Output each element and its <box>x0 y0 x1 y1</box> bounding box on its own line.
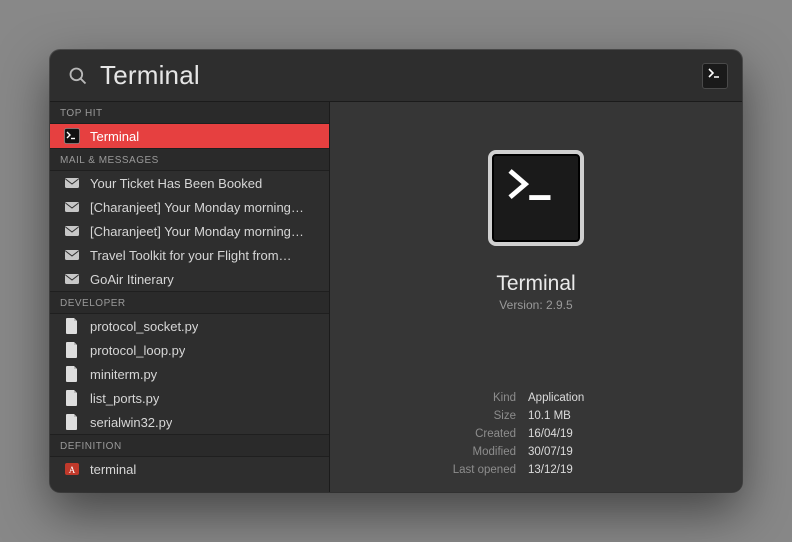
search-bar <box>50 50 742 102</box>
meta-row: Size10.1 MB <box>348 408 724 424</box>
result-label: protocol_socket.py <box>90 319 198 334</box>
document-icon <box>64 342 80 358</box>
list-item[interactable]: [Charanjeet] Your Monday morning… <box>50 219 329 243</box>
preview-metadata: KindApplicationSize10.1 MBCreated16/04/1… <box>348 390 724 478</box>
result-label: serialwin32.py <box>90 415 172 430</box>
preview-pane: Terminal Version: 2.9.5 KindApplicationS… <box>330 102 742 492</box>
document-icon <box>64 318 80 334</box>
document-icon <box>64 390 80 406</box>
preview-app-icon <box>488 150 584 246</box>
meta-value: 30/07/19 <box>528 444 573 460</box>
meta-value: 16/04/19 <box>528 426 573 442</box>
result-label: protocol_loop.py <box>90 343 185 358</box>
results-body: TOP HIT Terminal MAIL & MESSAGES Your Ti… <box>50 102 742 492</box>
terminal-icon <box>64 128 80 144</box>
preview-subtitle: Version: 2.9.5 <box>499 298 572 312</box>
document-icon <box>64 414 80 430</box>
result-label: miniterm.py <box>90 367 157 382</box>
result-label: Terminal <box>90 129 139 144</box>
list-item[interactable]: Your Ticket Has Been Booked <box>50 171 329 195</box>
result-terminal[interactable]: Terminal <box>50 124 329 148</box>
meta-key: Created <box>348 426 528 442</box>
category-definition: DEFINITION <box>50 434 329 457</box>
dictionary-icon: A <box>64 461 80 477</box>
search-input[interactable] <box>100 60 702 91</box>
category-developer: DEVELOPER <box>50 291 329 314</box>
meta-row: KindApplication <box>348 390 724 406</box>
svg-text:A: A <box>69 465 76 475</box>
result-label: list_ports.py <box>90 391 159 406</box>
mail-icon <box>64 271 80 287</box>
mail-icon <box>64 247 80 263</box>
meta-value: 13/12/19 <box>528 462 573 478</box>
meta-key: Size <box>348 408 528 424</box>
meta-key: Last opened <box>348 462 528 478</box>
search-icon <box>68 66 88 86</box>
result-label: Travel Toolkit for your Flight from… <box>90 248 292 263</box>
list-item[interactable]: GoAir Itinerary <box>50 267 329 291</box>
meta-value: Application <box>528 390 584 406</box>
spotlight-window: TOP HIT Terminal MAIL & MESSAGES Your Ti… <box>50 50 742 492</box>
document-icon <box>64 366 80 382</box>
mail-icon <box>64 199 80 215</box>
result-label: terminal <box>90 462 136 477</box>
result-label: [Charanjeet] Your Monday morning… <box>90 200 304 215</box>
preview-title: Terminal <box>496 272 575 296</box>
meta-row: Created16/04/19 <box>348 426 724 442</box>
result-label: GoAir Itinerary <box>90 272 174 287</box>
results-list: TOP HIT Terminal MAIL & MESSAGES Your Ti… <box>50 102 330 492</box>
list-item[interactable]: list_ports.py <box>50 386 329 410</box>
list-item[interactable]: [Charanjeet] Your Monday morning… <box>50 195 329 219</box>
list-item[interactable]: miniterm.py <box>50 362 329 386</box>
mail-icon <box>64 175 80 191</box>
result-label: Your Ticket Has Been Booked <box>90 176 262 191</box>
list-item[interactable]: serialwin32.py <box>50 410 329 434</box>
list-item[interactable]: protocol_socket.py <box>50 314 329 338</box>
result-label: [Charanjeet] Your Monday morning… <box>90 224 304 239</box>
meta-row: Modified30/07/19 <box>348 444 724 460</box>
category-mail: MAIL & MESSAGES <box>50 148 329 171</box>
meta-row: Last opened13/12/19 <box>348 462 724 478</box>
meta-key: Kind <box>348 390 528 406</box>
meta-value: 10.1 MB <box>528 408 571 424</box>
list-item[interactable]: protocol_loop.py <box>50 338 329 362</box>
list-item[interactable]: Aterminal <box>50 457 329 481</box>
list-item[interactable]: Travel Toolkit for your Flight from… <box>50 243 329 267</box>
category-top-hit: TOP HIT <box>50 102 329 124</box>
terminal-mini-icon <box>702 63 728 89</box>
mail-icon <box>64 223 80 239</box>
meta-key: Modified <box>348 444 528 460</box>
